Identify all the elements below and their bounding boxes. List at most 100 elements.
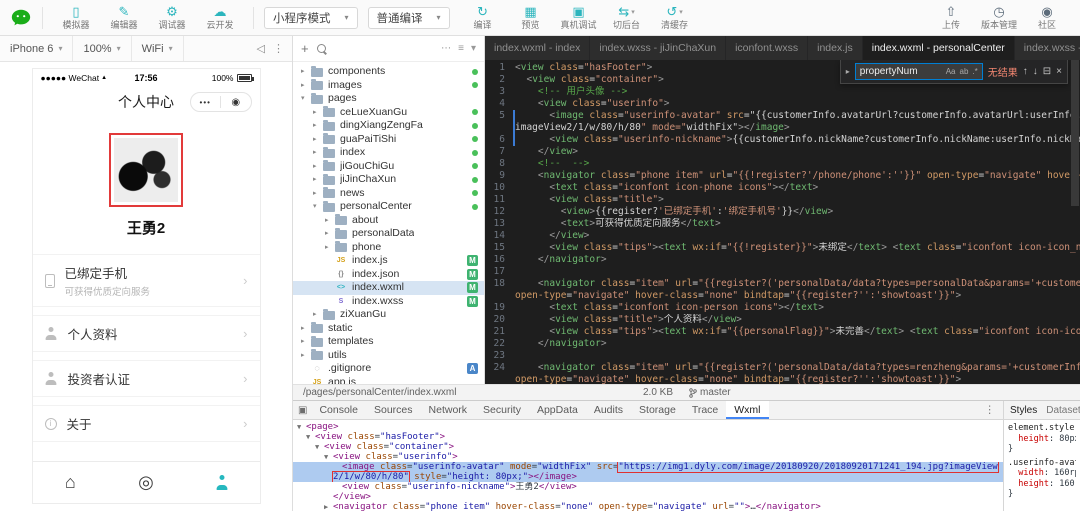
- wxml-node[interactable]: </view>: [293, 492, 1003, 502]
- collapsed-arrow-icon[interactable]: ▸: [325, 214, 335, 228]
- toolbar-compile-button[interactable]: ↻ 编译: [460, 4, 506, 31]
- collapse-simulator-icon[interactable]: ◁: [257, 42, 265, 55]
- folder-static[interactable]: ▸ static: [293, 322, 484, 336]
- wxml-node[interactable]: <view class="userinfo-nickname">王勇2</vie…: [293, 482, 1003, 492]
- toolbar-debugger-button[interactable]: ⚙ 调试器: [149, 4, 195, 31]
- folder-components[interactable]: ▸ components: [293, 65, 484, 79]
- find-in-selection-icon[interactable]: ⊟: [1043, 66, 1051, 77]
- tab-home[interactable]: ⌂: [33, 472, 109, 493]
- file-index.js[interactable]: JS index.js M: [293, 254, 484, 268]
- styles-tab-styles[interactable]: Styles: [1010, 405, 1037, 416]
- folder-utils[interactable]: ▸ utils: [293, 349, 484, 363]
- code-area[interactable]: 1 <view class="hasFooter"> 2 <view class="…: [485, 60, 1080, 384]
- devtools-tab-security[interactable]: Security: [475, 401, 529, 419]
- expanded-arrow-icon[interactable]: ▼: [315, 442, 324, 452]
- collapsed-arrow-icon[interactable]: ▸: [313, 146, 323, 160]
- toolbar-version-manage-button[interactable]: ◷ 版本管理: [976, 4, 1022, 31]
- expanded-arrow-icon[interactable]: ▾: [301, 92, 311, 106]
- whole-word-icon[interactable]: ab: [960, 67, 969, 76]
- folder-ceLueXuanGu[interactable]: ▸ ceLueXuanGu: [293, 106, 484, 120]
- collapsed-arrow-icon[interactable]: ▸: [313, 187, 323, 201]
- tab-profile[interactable]: [184, 475, 260, 490]
- list-view-icon[interactable]: ≡: [458, 43, 464, 54]
- editor-tab[interactable]: index.wxss - jiJinChaXun: [590, 36, 727, 60]
- git-branch[interactable]: master: [689, 387, 731, 398]
- zoom-select[interactable]: 100% ▾: [73, 36, 132, 61]
- folder-jiJinChaXun[interactable]: ▸ jiJinChaXun: [293, 173, 484, 187]
- folder-news[interactable]: ▸ news: [293, 187, 484, 201]
- simulator-menu-icon[interactable]: ⋮: [273, 42, 284, 55]
- editor-tab[interactable]: iconfont.wxss: [726, 36, 809, 60]
- devtools-tab-appdata[interactable]: AppData: [529, 401, 586, 419]
- toolbar-editor-button[interactable]: ✎ 编辑器: [101, 4, 147, 31]
- menu-item-phone[interactable]: 已绑定手机 可获得优质定向服务 ›: [32, 254, 260, 307]
- tab-discover[interactable]: ◎: [108, 472, 184, 493]
- editor-scrollbar[interactable]: [1070, 60, 1080, 384]
- toolbar-switch-background-button[interactable]: ⇆ ▾ 切后台: [604, 4, 650, 31]
- toolbar-clear-cache-button[interactable]: ↺ ▾ 清缓存: [652, 4, 698, 31]
- folder-templates[interactable]: ▸ templates: [293, 335, 484, 349]
- folder-images[interactable]: ▸ images: [293, 79, 484, 93]
- network-select[interactable]: WiFi ▾: [132, 36, 184, 61]
- toolbar-preview-button[interactable]: ▦ 预览: [508, 4, 554, 31]
- more-actions-icon[interactable]: •••: [191, 98, 221, 107]
- file-index.json[interactable]: {} index.json M: [293, 268, 484, 282]
- editor-tab[interactable]: index.js: [808, 36, 863, 60]
- file-.gitignore[interactable]: ◌ .gitignore A: [293, 362, 484, 376]
- editor-tab[interactable]: index.wxss - persona: [1014, 36, 1080, 60]
- expanded-arrow-icon[interactable]: ▼: [306, 432, 315, 442]
- devtools-tab-audits[interactable]: Audits: [586, 401, 631, 419]
- mode-select[interactable]: 小程序模式 ▾: [264, 6, 358, 29]
- wxml-node[interactable]: ▼ <view class="userinfo">: [293, 452, 1003, 462]
- devtools-tab-storage[interactable]: Storage: [631, 401, 684, 419]
- search-input[interactable]: propertyNum Aa ab .*: [854, 63, 983, 80]
- expanded-arrow-icon[interactable]: ▼: [297, 422, 306, 432]
- scrollbar-thumb[interactable]: [1071, 60, 1079, 206]
- wxml-node[interactable]: <image class="userinfo-avatar" mode="wid…: [293, 462, 1003, 482]
- add-file-icon[interactable]: +: [301, 41, 309, 56]
- toolbar-community-button[interactable]: ◉ 社区: [1024, 4, 1070, 31]
- prev-match-icon[interactable]: ↑: [1023, 66, 1028, 77]
- avatar[interactable]: [114, 138, 178, 202]
- collapse-tree-icon[interactable]: ▾: [471, 43, 476, 54]
- devtools-tab-sources[interactable]: Sources: [366, 401, 421, 419]
- folder-phone[interactable]: ▸ phone: [293, 241, 484, 255]
- collapsed-arrow-icon[interactable]: ▸: [301, 79, 311, 93]
- toolbar-cloud-dev-button[interactable]: ☁ 云开发: [197, 4, 243, 31]
- folder-about[interactable]: ▸ about: [293, 214, 484, 228]
- collapsed-arrow-icon[interactable]: ▸: [301, 322, 311, 336]
- folder-jiGouChiGu[interactable]: ▸ jiGouChiGu: [293, 160, 484, 174]
- match-case-icon[interactable]: Aa: [946, 67, 956, 76]
- devtools-tab-trace[interactable]: Trace: [684, 401, 726, 419]
- search-collapse-icon[interactable]: ▸: [846, 67, 850, 76]
- wxml-node[interactable]: ▼ <view class="container">: [293, 442, 1003, 452]
- folder-pages[interactable]: ▾ pages: [293, 92, 484, 106]
- device-select[interactable]: iPhone 6 ▾: [0, 36, 74, 61]
- collapsed-arrow-icon[interactable]: ▸: [313, 308, 323, 322]
- expanded-arrow-icon[interactable]: ▾: [313, 200, 323, 214]
- collapsed-arrow-icon[interactable]: ▸: [301, 349, 311, 363]
- devtools-tab-console[interactable]: Console: [311, 401, 366, 419]
- collapsed-arrow-icon[interactable]: ▸: [313, 106, 323, 120]
- toolbar-real-device-debug-button[interactable]: ▣ 真机调试: [556, 4, 602, 31]
- devtools-menu-icon[interactable]: ⋮: [985, 404, 1004, 416]
- inspect-element-icon[interactable]: ▣: [298, 405, 307, 416]
- devtools-tab-network[interactable]: Network: [421, 401, 476, 419]
- wxml-node[interactable]: ▶ <navigator class="phone item" hover-cla…: [293, 502, 1003, 511]
- more-icon[interactable]: ⋯: [441, 43, 451, 54]
- file-index.wxml[interactable]: <> index.wxml M: [293, 281, 484, 295]
- toolbar-upload-button[interactable]: ⇧ 上传: [928, 4, 974, 31]
- editor-tab[interactable]: index.wxml - personalCenter: [862, 36, 1015, 60]
- folder-ziXuanGu[interactable]: ▸ ziXuanGu: [293, 308, 484, 322]
- minimize-icon[interactable]: ◉: [221, 97, 251, 108]
- collapsed-arrow-icon[interactable]: ▸: [325, 227, 335, 241]
- devtools-tab-wxml[interactable]: Wxml: [726, 401, 769, 419]
- folder-index[interactable]: ▸ index: [293, 146, 484, 160]
- menu-item-investor-cert[interactable]: 投资者认证 ›: [32, 360, 260, 397]
- folder-personalCenter[interactable]: ▾ personalCenter: [293, 200, 484, 214]
- expanded-arrow-icon[interactable]: ▼: [324, 452, 333, 462]
- file-app.js[interactable]: JS app.js: [293, 376, 484, 385]
- wxml-node[interactable]: ▼ <page>: [293, 422, 1003, 432]
- file-index.wxss[interactable]: Sindex.wxss M: [293, 295, 484, 309]
- wxml-node[interactable]: ▼ <view class="hasFooter">: [293, 432, 1003, 442]
